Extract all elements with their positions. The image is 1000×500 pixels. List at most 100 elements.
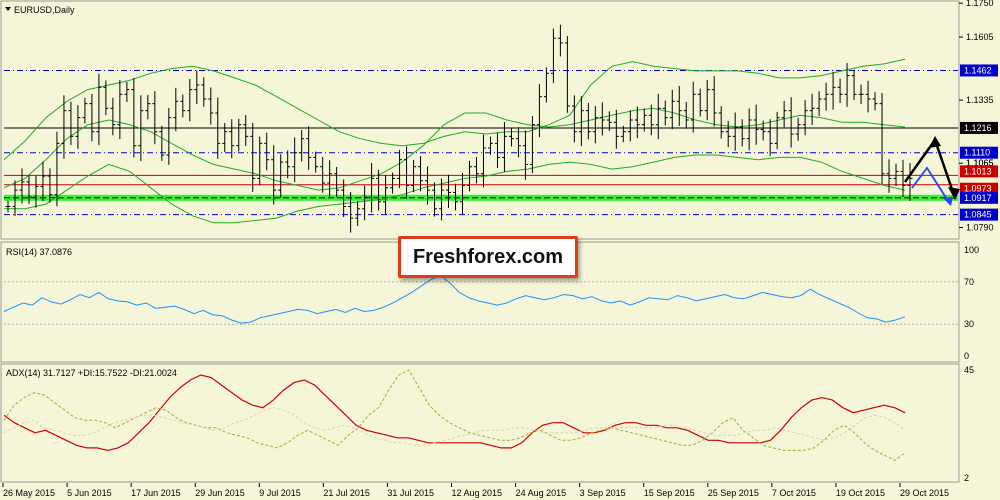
ohlc-bar: [550, 28, 556, 83]
ohlc-bar: [466, 160, 472, 192]
ohlc-bar: [166, 107, 172, 165]
ohlc-bar: [306, 126, 312, 170]
ohlc-bar: [865, 80, 871, 113]
ohlc-bar: [564, 36, 570, 113]
ohlc-bar: [285, 150, 291, 179]
rsi-tick-label: 0: [964, 351, 969, 361]
ohlc-bar: [257, 136, 263, 186]
ohlc-bar: [404, 146, 410, 199]
ohlc-bar: [837, 78, 843, 104]
ohlc-bar: [592, 106, 598, 144]
date-tick-label: 15 Sep 2015: [644, 488, 695, 498]
ohlc-bar: [571, 95, 577, 143]
ohlc-bar: [397, 150, 403, 189]
ohlc-bar: [872, 92, 878, 111]
ohlc-bar: [236, 118, 242, 152]
ohlc-bar: [75, 105, 81, 149]
level-price-tag-label: 1.1013: [964, 166, 992, 176]
ohlc-bar: [648, 104, 654, 136]
ohlc-bar: [781, 100, 787, 128]
ohlc-bar: [327, 160, 333, 197]
ohlc-bar: [578, 96, 584, 147]
ohlc-bar: [536, 84, 542, 138]
ohlc-bar: [767, 119, 773, 156]
ohlc-bar: [746, 108, 752, 151]
brand-text: Freshforex.com: [412, 245, 564, 268]
ohlc-bar: [809, 93, 815, 126]
ohlc-bar: [599, 102, 605, 136]
ohlc-bar: [124, 81, 130, 103]
ohlc-bar: [690, 81, 696, 133]
black-forecast-arrow: [903, 137, 957, 199]
ohlc-bar: [676, 85, 682, 127]
ohlc-bar: [313, 151, 319, 173]
date-axis: 26 May 2015 5 Jun 2015 17 Jun 2015 29 Jun 2…: [2, 483, 949, 498]
ohlc-bar: [418, 156, 424, 192]
ohlc-bar: [355, 201, 361, 226]
ohlc-bar: [501, 121, 507, 172]
adx-tick-label: 2: [964, 473, 969, 483]
ohlc-bar: [194, 70, 200, 105]
ohlc-bar: [446, 174, 452, 208]
ohlc-bar: [662, 100, 668, 126]
ohlc-bar: [627, 110, 633, 142]
price-tick-label: 1.1605: [966, 32, 994, 42]
ohlc-bar: [152, 91, 158, 145]
ohlc-bar: [725, 121, 731, 147]
ohlc-bar: [82, 97, 88, 124]
black-arrow-peak-icon: [929, 136, 941, 148]
ohlc-bar: [886, 159, 892, 193]
ohlc-bar: [634, 106, 640, 139]
adx-line: [3, 374, 906, 452]
rsi-tick-label: 100: [964, 245, 979, 255]
date-tick-label: 17 Jun 2015: [131, 488, 181, 498]
date-tick-label: 21 Jul 2015: [323, 488, 370, 498]
level-price-tag-label: 1.0917: [964, 193, 992, 203]
ohlc-bar: [222, 122, 228, 153]
date-tick-label: 29 Jun 2015: [195, 488, 245, 498]
ohlc-bar: [557, 24, 563, 57]
ohlc-bar: [68, 101, 74, 146]
ohlc-bar: [117, 79, 123, 140]
ohlc-bar: [299, 129, 305, 162]
ohlc-bar: [788, 97, 794, 148]
ohlc-bar: [145, 94, 151, 120]
price-tick-label: 1.1750: [966, 0, 994, 8]
ohlc-bar: [802, 100, 808, 136]
ohlc-bar: [383, 175, 389, 215]
level-price-tags: 1.14621.12161.11101.10131.09731.09171.08…: [960, 64, 998, 221]
level-price-tag-label: 1.1462: [964, 65, 992, 75]
ohlc-bar: [362, 185, 368, 221]
ohlc-bar: [795, 117, 801, 141]
ohlc-bar: [243, 115, 249, 147]
ohlc-bar: [110, 97, 116, 136]
ohlc-bar: [900, 159, 906, 198]
minus-di-line: [3, 407, 906, 446]
bollinger-lower-line: [4, 154, 906, 224]
main-pane-frame: [0, 0, 960, 240]
ohlc-bar: [473, 157, 479, 184]
level-price-tag-label: 1.0845: [964, 210, 992, 220]
adx-tick-label: 45: [964, 365, 974, 375]
brand-watermark: Freshforex.com: [398, 236, 578, 278]
ohlc-bar: [250, 122, 256, 192]
ohlc-bar: [33, 175, 39, 208]
adx-title: ADX(14) 31.7127 +DI:15.7522 -DI:21.0024: [6, 368, 177, 378]
ohlc-bar: [683, 101, 689, 129]
ohlc-bar: [89, 93, 95, 142]
ohlc-bar: [131, 78, 137, 158]
ohlc-bar: [774, 111, 780, 150]
ohlc-bar: [522, 130, 528, 180]
main-chart-title: EURUSD,Daily: [14, 5, 75, 15]
ohlc-bar: [830, 71, 836, 110]
ohlc-bar: [543, 67, 549, 103]
ohlc-bar: [739, 119, 745, 147]
ohlc-bar: [201, 77, 207, 107]
ohlc-bar: [879, 93, 885, 185]
date-tick-label: 5 Jun 2015: [67, 488, 112, 498]
ohlc-bar: [816, 91, 822, 117]
rsi-title: RSI(14) 37.0876: [6, 247, 72, 257]
ohlc-bar: [278, 154, 284, 198]
date-tick-label: 25 Sep 2015: [708, 488, 759, 498]
date-tick-label: 7 Oct 2015: [772, 488, 816, 498]
